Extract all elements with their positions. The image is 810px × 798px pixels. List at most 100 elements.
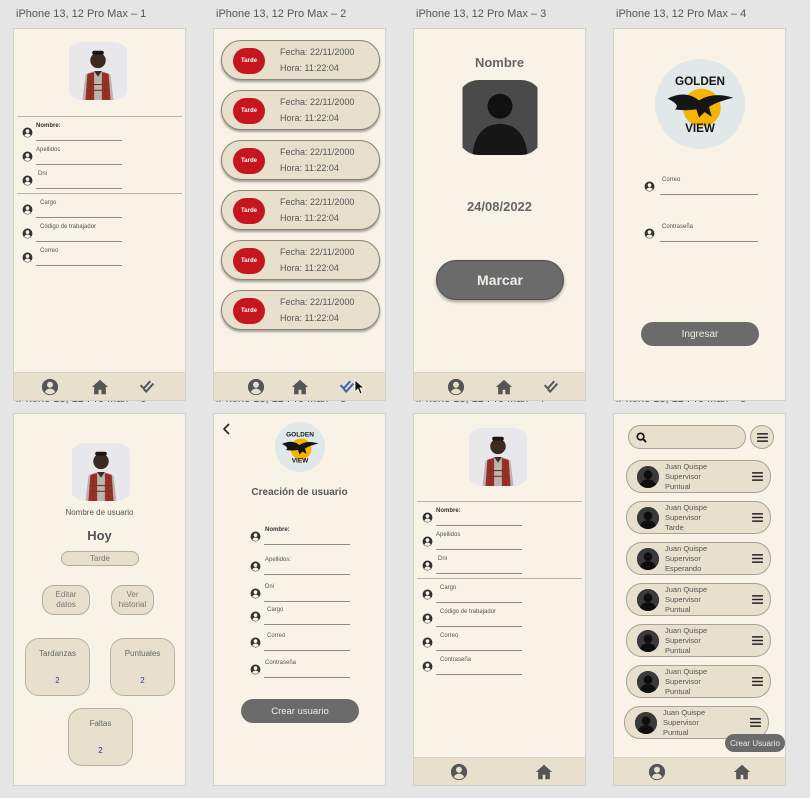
field-label: Contraseña: [265, 660, 297, 666]
menu-icon[interactable]: [750, 718, 761, 727]
user-icon: [422, 637, 433, 648]
user-card[interactable]: Juan Quispe Supervisor Puntual: [626, 665, 771, 698]
user-card[interactable]: Juan Quispe Supervisor Puntual: [626, 583, 771, 616]
bottom-nav: [414, 372, 585, 400]
email-field[interactable]: [264, 650, 350, 651]
double-check-icon[interactable]: [139, 378, 155, 394]
status-badge: Tarde: [233, 198, 265, 224]
field-label: Nombre:: [436, 508, 461, 514]
late-count-card: Tardanzas 2: [25, 638, 90, 696]
search-input[interactable]: [628, 425, 746, 449]
user-role: Supervisor: [663, 718, 699, 727]
user-role: Supervisor: [665, 677, 701, 686]
user-icon: [644, 181, 655, 192]
password-field[interactable]: [264, 677, 350, 678]
attendance-card[interactable]: Tarde Fecha: 22/11/2000 Hora: 11:22:04: [221, 240, 380, 280]
menu-icon[interactable]: [752, 513, 763, 522]
user-role: Supervisor: [665, 595, 701, 604]
dni-field[interactable]: [264, 601, 350, 602]
attendance-card[interactable]: Tarde Fecha: 22/11/2000 Hora: 11:22:04: [221, 190, 380, 230]
edit-data-button[interactable]: Editar datos: [42, 585, 90, 615]
user-card[interactable]: Juan Quispe Supervisor Puntual: [626, 624, 771, 657]
user-card[interactable]: Juan Quispe Supervisor Esperando: [626, 542, 771, 575]
menu-icon[interactable]: [752, 554, 763, 563]
user-icon: [250, 561, 261, 572]
mark-button[interactable]: Marcar: [436, 260, 564, 300]
password-field[interactable]: [660, 241, 758, 242]
menu-icon[interactable]: [752, 677, 763, 686]
filter-menu-button[interactable]: [750, 425, 774, 449]
status-badge: Tarde: [233, 98, 265, 124]
avatar: [65, 42, 131, 100]
user-name: Juan Quispe: [665, 626, 708, 635]
frame-title-1: iPhone 13, 12 Pro Max – 1: [16, 8, 147, 20]
avatar: [637, 671, 659, 693]
menu-icon: [757, 433, 768, 442]
user-icon: [250, 588, 261, 599]
punctual-value: 2: [140, 676, 145, 685]
field-underline: [436, 525, 522, 526]
create-user-button[interactable]: Crear Usuario: [725, 734, 785, 752]
menu-icon[interactable]: [752, 595, 763, 604]
user-icon[interactable]: [41, 378, 59, 396]
menu-icon[interactable]: [752, 472, 763, 481]
user-name: Juan Quispe: [663, 708, 706, 717]
record-date: Fecha: 22/11/2000: [280, 197, 355, 207]
user-card[interactable]: Juan Quispe Supervisor Tarde: [626, 501, 771, 534]
attendance-card[interactable]: Tarde Fecha: 22/11/2000 Hora: 11:22:04: [221, 140, 380, 180]
attendance-card[interactable]: Tarde Fecha: 22/11/2000 Hora: 11:22:04: [221, 40, 380, 80]
chevron-left-icon[interactable]: [222, 423, 231, 435]
field-label: Dni: [38, 171, 48, 177]
page-title: Creación de usuario: [251, 487, 348, 498]
home-icon[interactable]: [91, 378, 109, 396]
person-name: Nombre: [474, 55, 525, 70]
name-field[interactable]: [264, 544, 350, 545]
bottom-nav: [614, 757, 785, 785]
user-name: Juan Quispe: [665, 503, 708, 512]
field-label: Apellidos:: [265, 557, 292, 563]
record-date: Fecha: 22/11/2000: [280, 47, 355, 57]
login-button[interactable]: Ingresar: [641, 322, 759, 346]
field-underline: [436, 573, 522, 574]
home-icon[interactable]: [733, 763, 751, 781]
email-field[interactable]: [660, 194, 758, 195]
field-label: Cargo: [440, 585, 457, 591]
user-icon[interactable]: [648, 763, 666, 781]
user-icon: [22, 175, 33, 186]
home-icon[interactable]: [535, 763, 553, 781]
view-history-button[interactable]: Ver historial: [111, 585, 154, 615]
attendance-card[interactable]: Tarde Fecha: 22/11/2000 Hora: 11:22:04: [221, 90, 380, 130]
status-badge: Tarde: [61, 551, 139, 566]
user-icon[interactable]: [247, 378, 265, 396]
attendance-card[interactable]: Tarde Fecha: 22/11/2000 Hora: 11:22:04: [221, 290, 380, 330]
field-underline: [36, 140, 122, 141]
lastname-field[interactable]: [264, 574, 350, 575]
menu-icon[interactable]: [752, 636, 763, 645]
record-time: Hora: 11:22:04: [280, 263, 339, 273]
user-icon[interactable]: [447, 378, 465, 396]
user-icon: [422, 512, 433, 523]
divider: [417, 501, 582, 502]
avatar: [465, 428, 531, 486]
double-check-icon[interactable]: [339, 378, 355, 394]
home-icon[interactable]: [495, 378, 513, 396]
user-role: Supervisor: [665, 636, 701, 645]
create-user-button[interactable]: Crear usuario: [241, 699, 359, 723]
position-field[interactable]: [264, 624, 350, 625]
user-icon: [250, 637, 261, 648]
frame-mark: Nombre 24/08/2022 Marcar: [413, 28, 586, 401]
user-status: Puntual: [665, 482, 691, 491]
double-check-icon[interactable]: [543, 378, 559, 394]
avatar: [637, 507, 659, 529]
user-name: Juan Quispe: [665, 585, 708, 594]
home-icon[interactable]: [291, 378, 309, 396]
field-label: Nombre:: [265, 527, 290, 533]
field-label: Código de trabajador: [440, 609, 497, 615]
user-card[interactable]: Juan Quispe Supervisor Puntual: [626, 460, 771, 493]
frame-profile: Nombre: Apellidoc Dni Cargo Código de tr…: [13, 28, 186, 401]
user-icon: [22, 252, 33, 263]
user-icon: [644, 228, 655, 239]
user-icon[interactable]: [450, 763, 468, 781]
field-label: Nombre:: [36, 123, 61, 129]
bottom-nav: [214, 372, 385, 400]
